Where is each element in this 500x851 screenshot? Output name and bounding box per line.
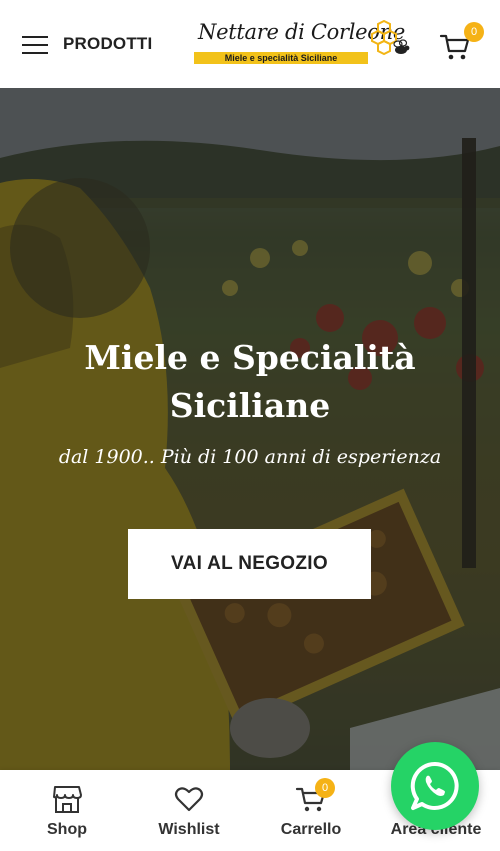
bottom-nav-cart-label: Carrello <box>280 821 342 838</box>
header-cart-button[interactable]: 0 <box>438 22 488 66</box>
bottom-nav-wishlist[interactable]: Wishlist <box>148 770 230 851</box>
site-header: PRODOTTI Nettare di Corleone Miele e spe… <box>0 0 500 88</box>
bottom-cart-icon-wrap: 0 <box>295 778 335 815</box>
go-to-shop-button[interactable]: VAI AL NEGOZIO <box>128 529 371 599</box>
hero-banner: Miele e Specialità Siciliane dal 1900.. … <box>0 88 500 770</box>
honeycomb-bee-icon <box>371 20 410 56</box>
bottom-nav-shop[interactable]: Shop <box>26 770 108 851</box>
hamburger-icon <box>22 33 48 55</box>
bottom-nav-cart[interactable]: 0 Carrello <box>270 770 352 851</box>
heart-icon <box>174 787 204 812</box>
logo-subtitle: Miele e specialità Siciliane <box>224 53 338 63</box>
cart-count-badge: 0 <box>464 22 484 42</box>
hero-title: Miele e Specialità Siciliane <box>84 338 416 425</box>
bottom-cart-count-badge: 0 <box>315 778 335 798</box>
products-menu-label: PRODOTTI <box>63 34 153 53</box>
whatsapp-icon <box>410 761 459 810</box>
whatsapp-chat-button[interactable] <box>391 742 479 830</box>
hero-subtitle: dal 1900.. Più di 100 anni di esperienza <box>58 446 442 468</box>
site-logo[interactable]: Nettare di Corleone Miele e specialità S… <box>194 18 412 68</box>
shop-icon <box>53 786 82 813</box>
bottom-nav-shop-label: Shop <box>47 821 87 838</box>
bottom-nav-wishlist-label: Wishlist <box>158 821 220 838</box>
products-menu-button[interactable]: PRODOTTI <box>22 30 162 58</box>
